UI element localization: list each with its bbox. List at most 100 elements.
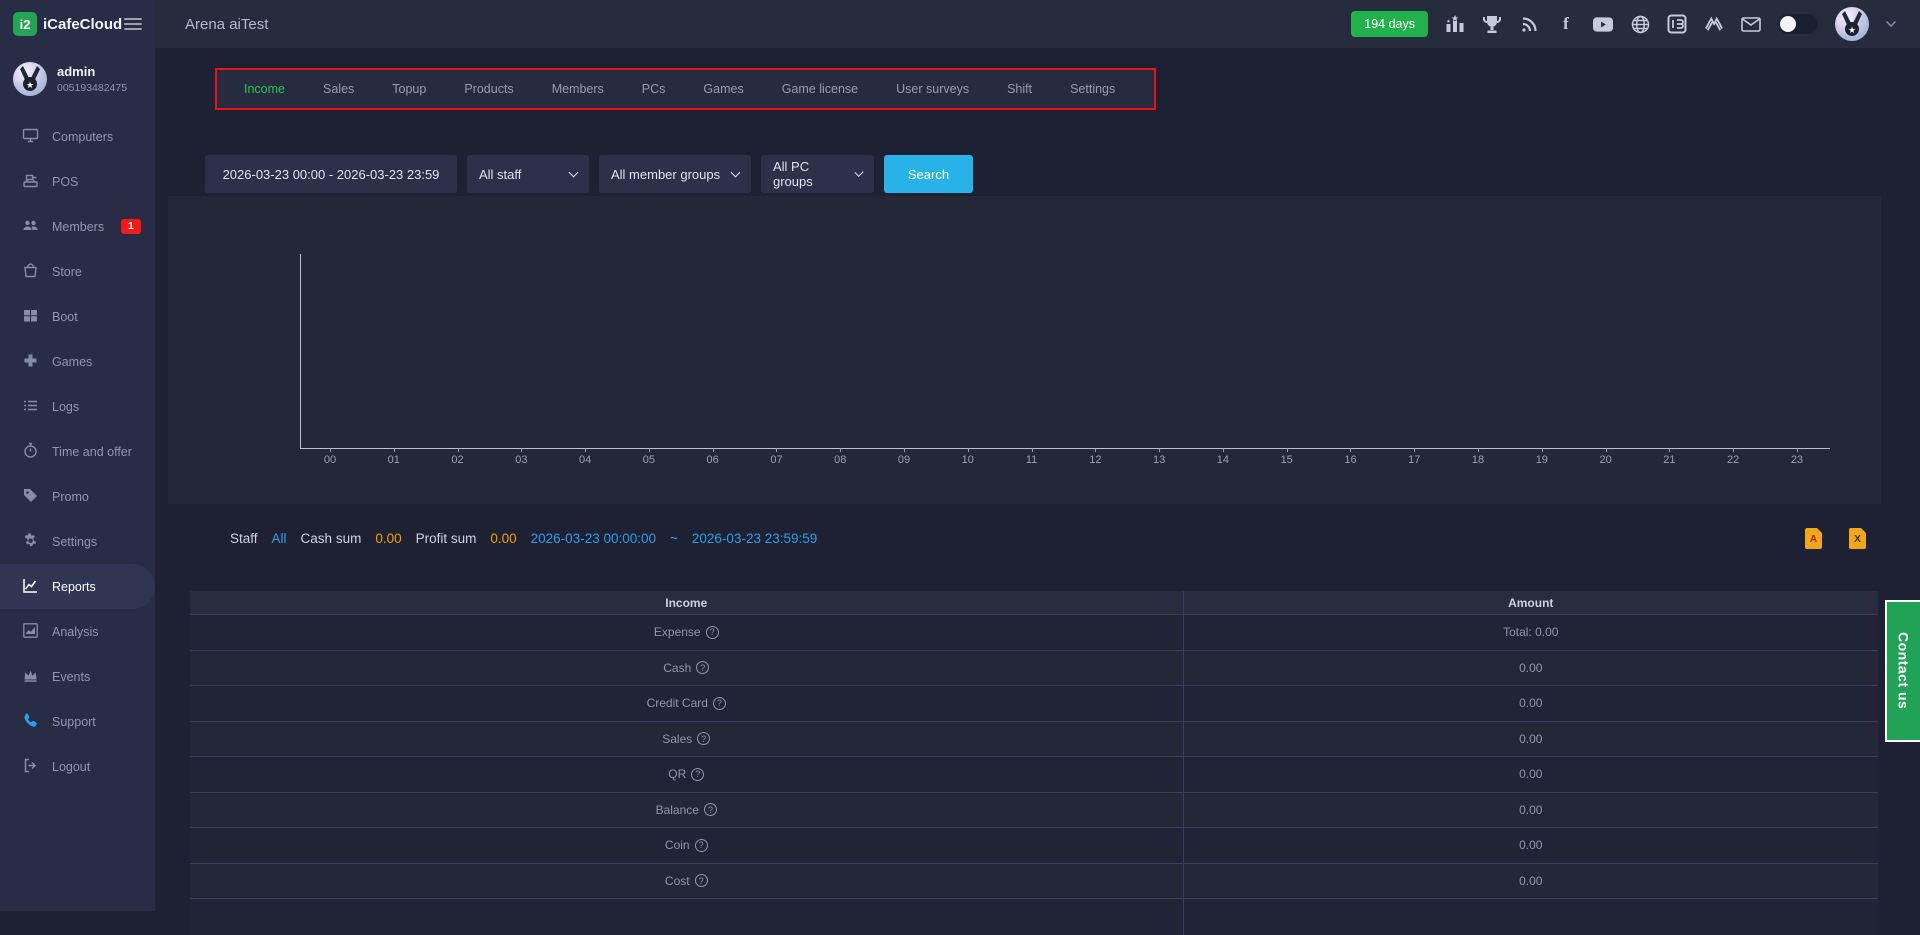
x-tick (1669, 448, 1670, 452)
sidebar-item-promo[interactable]: Promo (0, 474, 155, 519)
sidebar-item-members[interactable]: Members 1 (0, 204, 155, 249)
menu-toggle-icon[interactable] (124, 15, 142, 33)
tab-income[interactable]: Income (225, 82, 304, 96)
sidebar-menu: Computers POS Members 1 Store Boot Games… (0, 114, 155, 789)
report-tabs-annotation-box: Income Sales Topup Products Members PCs … (215, 68, 1156, 110)
x-tick-label: 02 (451, 454, 463, 466)
trophy-icon[interactable] (1482, 14, 1502, 34)
sidebar-item-logs[interactable]: Logs (0, 384, 155, 429)
tab-settings[interactable]: Settings (1051, 82, 1134, 96)
tab-sales[interactable]: Sales (304, 82, 373, 96)
help-icon[interactable]: ? (691, 768, 704, 781)
profit-sum-label: Profit sum (416, 531, 477, 546)
sidebar-item-events[interactable]: Events (0, 654, 155, 699)
x-tick-label: 10 (962, 454, 974, 466)
column-income: Income (190, 591, 1183, 614)
x-tick-label: 14 (1217, 454, 1229, 466)
help-icon[interactable]: ? (696, 661, 709, 674)
sidebar-item-time-and-offer[interactable]: Time and offer (0, 429, 155, 474)
help-icon[interactable]: ? (704, 803, 717, 816)
pc-groups-select[interactable]: All PC groups (761, 155, 874, 193)
date-range-input[interactable]: 2026-03-23 00:00 - 2026-03-23 23:59 (205, 155, 457, 193)
sidebar-item-boot[interactable]: Boot (0, 294, 155, 339)
dark-mode-toggle[interactable] (1778, 14, 1818, 34)
x-tick (840, 448, 841, 452)
monitor-icon (22, 127, 39, 147)
windows-icon (22, 307, 39, 327)
x-tick-label: 09 (898, 454, 910, 466)
chevron-down-icon (731, 168, 741, 178)
crown-icon (22, 667, 39, 687)
svg-text:★: ★ (1848, 25, 1856, 35)
ranking-icon[interactable] (1445, 14, 1465, 34)
sidebar-item-logout[interactable]: Logout (0, 744, 155, 789)
license-days-button[interactable]: 194 days (1351, 11, 1428, 37)
app-logo[interactable]: i2 iCafeCloud (13, 12, 122, 36)
member-groups-select[interactable]: All member groups (599, 155, 751, 193)
x-tick-label: 00 (324, 454, 336, 466)
tab-pcs[interactable]: PCs (623, 82, 685, 96)
x-tick (585, 448, 586, 452)
tab-shift[interactable]: Shift (988, 82, 1051, 96)
table-row-sales: Sales? 0.00 (190, 722, 1878, 758)
logout-icon (22, 757, 39, 777)
tab-games[interactable]: Games (684, 82, 762, 96)
sidebar-item-games[interactable]: Games (0, 339, 155, 384)
user-avatar[interactable]: ★ (1835, 7, 1869, 41)
help-icon[interactable]: ? (713, 697, 726, 710)
tab-user-surveys[interactable]: User surveys (877, 82, 988, 96)
help-icon[interactable]: ? (695, 874, 708, 887)
sidebar-item-support[interactable]: Support (0, 699, 155, 744)
chevron-down-icon[interactable] (1886, 17, 1896, 27)
tab-products[interactable]: Products (445, 82, 532, 96)
table-row-partial (190, 899, 1878, 935)
x-tick-label: 11 (1026, 454, 1037, 466)
x-tick (1733, 448, 1734, 452)
sidebar-item-settings[interactable]: Settings (0, 519, 155, 564)
profit-sum-value: 0.00 (490, 531, 516, 546)
search-button[interactable]: Search (884, 155, 973, 193)
contact-us-button[interactable]: Contact us (1885, 600, 1920, 742)
globe-icon[interactable] (1630, 14, 1650, 34)
export-pdf-icon[interactable]: A (1805, 528, 1822, 549)
rss-icon[interactable] (1519, 14, 1539, 34)
user-block[interactable]: ★ admin 005193482475 (0, 48, 155, 106)
stack-icon[interactable] (1704, 14, 1724, 34)
facebook-icon[interactable]: f (1556, 14, 1576, 34)
sidebar-item-analysis[interactable]: Analysis (0, 609, 155, 654)
youtube-icon[interactable] (1593, 14, 1613, 34)
help-icon[interactable]: ? (697, 732, 710, 745)
tab-game-license[interactable]: Game license (763, 82, 877, 96)
x-tick-label: 16 (1344, 454, 1356, 466)
mail-icon[interactable] (1741, 14, 1761, 34)
sidebar-item-store[interactable]: Store (0, 249, 155, 294)
sidebar-item-pos[interactable]: POS (0, 159, 155, 204)
x-tick-label: 05 (643, 454, 655, 466)
icafe-logo-icon[interactable] (1667, 14, 1687, 34)
table-row-balance: Balance? 0.00 (190, 793, 1878, 829)
help-icon[interactable]: ? (695, 839, 708, 852)
chevron-down-icon (854, 168, 864, 178)
income-chart: 0001020304050607080910111213141516171819… (168, 196, 1881, 504)
table-row-qr: QR? 0.00 (190, 757, 1878, 793)
area-chart-icon (22, 622, 39, 642)
export-excel-icon[interactable]: X (1849, 528, 1866, 549)
x-tick (458, 448, 459, 452)
tab-topup[interactable]: Topup (373, 82, 445, 96)
shopping-bag-icon (22, 262, 39, 282)
svg-text:★: ★ (26, 80, 34, 90)
staff-value-link[interactable]: All (272, 531, 287, 546)
x-tick (776, 448, 777, 452)
x-tick (1478, 448, 1479, 452)
chart-y-axis (300, 254, 301, 448)
x-tick (1350, 448, 1351, 452)
x-tick (1797, 448, 1798, 452)
gamepad-icon (22, 352, 39, 372)
table-row-cash: Cash? 0.00 (190, 651, 1878, 687)
help-icon[interactable]: ? (706, 626, 719, 639)
staff-select[interactable]: All staff (467, 155, 589, 193)
sidebar-item-computers[interactable]: Computers (0, 114, 155, 159)
sidebar-item-reports[interactable]: Reports (0, 564, 155, 609)
tab-members[interactable]: Members (533, 82, 623, 96)
x-tick-label: 04 (579, 454, 591, 466)
